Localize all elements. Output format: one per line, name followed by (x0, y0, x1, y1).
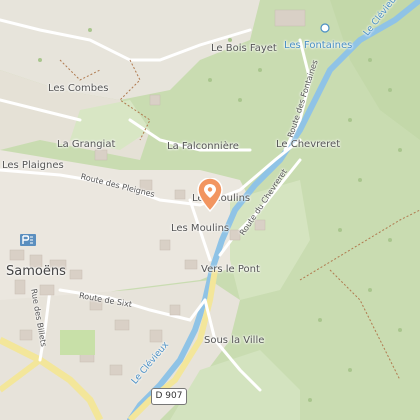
place-label-la-grangiat: La Grangiat (57, 139, 116, 150)
viewpoint-icon (320, 18, 330, 33)
place-label-les-plaignes: Les Plaignes (2, 160, 64, 171)
place-label-les-fontaines: Les Fontaines (284, 40, 353, 51)
road-shield-d907: D 907 (151, 388, 187, 405)
place-label-les-moulins: Les Moulins (171, 223, 230, 234)
place-label-sous-la-ville: Sous la Ville (204, 335, 265, 346)
place-label-les-combes: Les Combes (48, 83, 109, 94)
place-label-la-falconniere: La Falconnière (167, 141, 239, 152)
map-view[interactable]: Le Bois Fayet Les Fontaines Le Clévieux … (0, 0, 420, 420)
town-label-samoens: Samoëns (6, 264, 66, 279)
place-label-vers-le-pont: Vers le Pont (201, 264, 260, 275)
map-pin-icon[interactable] (196, 177, 224, 213)
parking-icon (20, 231, 36, 246)
place-label-le-chevreret: Le Chevreret (276, 139, 341, 150)
place-label-le-bois-fayet: Le Bois Fayet (211, 43, 277, 54)
